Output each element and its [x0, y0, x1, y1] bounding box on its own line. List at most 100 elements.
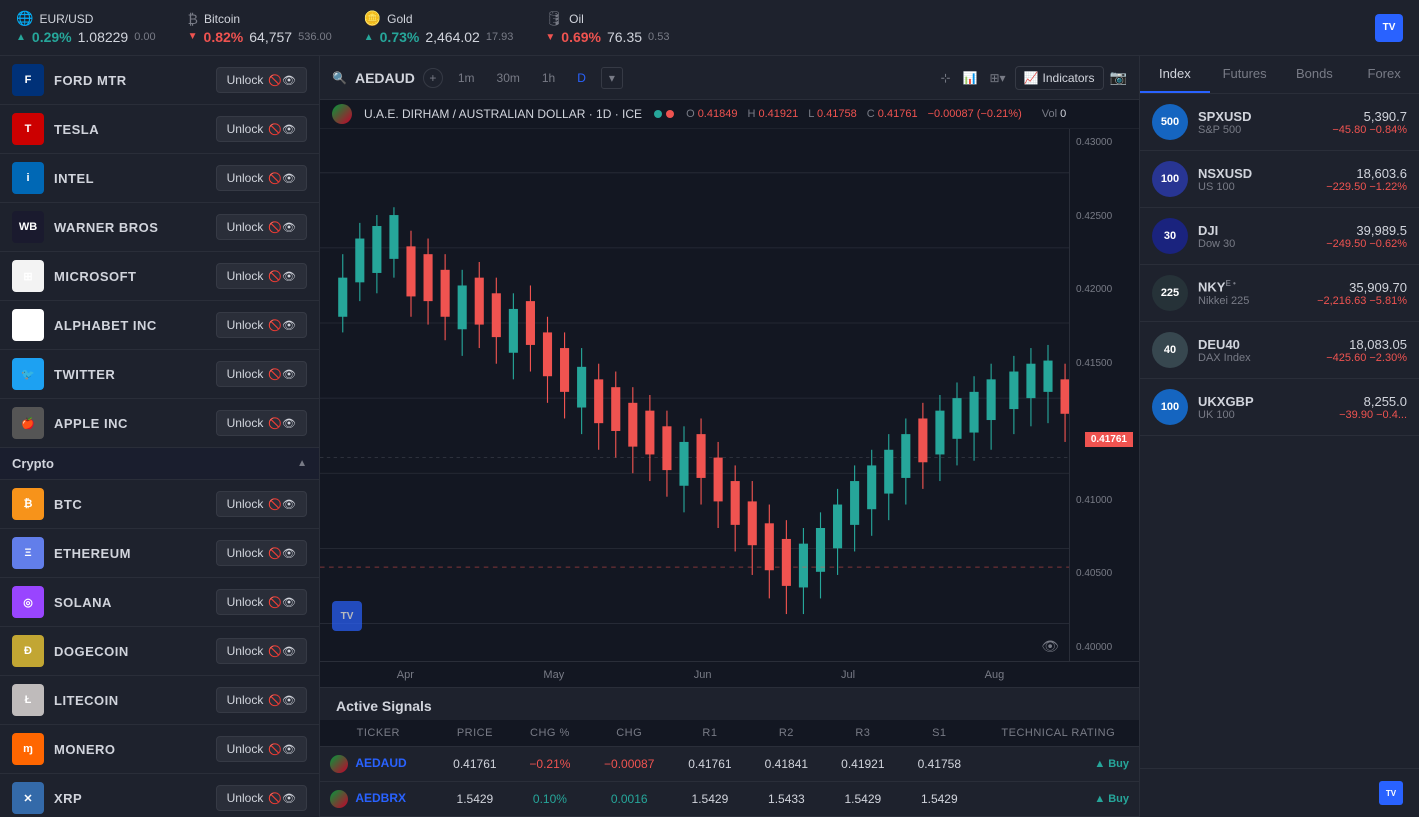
ohlc-low: L 0.41758 [808, 108, 857, 120]
logo-wb: WB [12, 211, 44, 243]
indicators-label: Indicators [1043, 71, 1095, 85]
market-name-nsx: NSXUSD [1198, 166, 1316, 181]
ticker-bitcoin[interactable]: ₿ Bitcoin ▼ 0.82% 64,757 536.00 [188, 11, 332, 45]
market-item-spx[interactable]: 500 SPXUSD S&P 500 5,390.7 −45.80 −0.84% [1140, 94, 1419, 151]
ticker-link-AEDAUD[interactable]: AEDAUD [355, 756, 406, 770]
logo-ford: F [12, 64, 44, 96]
ticker-eurusd[interactable]: 🌐 EUR/USD ▲ 0.29% 1.08229 0.00 [16, 10, 156, 45]
ticker-link-AEDBRX[interactable]: AEDBRX [355, 791, 406, 805]
timeframe-1m[interactable]: 1m [451, 68, 482, 88]
unlock-tesla[interactable]: Unlock 🚫👁 [216, 116, 307, 142]
market-badge-spx: 500 [1152, 104, 1188, 140]
market-info-spx: SPXUSD S&P 500 [1198, 109, 1322, 136]
market-chg-nky: −2,216.63 −5.81% [1317, 295, 1407, 307]
sidebar: F FORD MTR Unlock 🚫👁 T TESLA Unlock 🚫👁 i… [0, 56, 320, 817]
name-wb: WARNER BROS [54, 220, 206, 235]
market-price-nsx: 18,603.6 [1326, 166, 1407, 181]
timeframe-dropdown[interactable]: ▾ [601, 67, 623, 89]
logo-intel: i [12, 162, 44, 194]
timeframe-D[interactable]: D [570, 68, 593, 88]
tab-index[interactable]: Index [1140, 56, 1210, 93]
market-list: 500 SPXUSD S&P 500 5,390.7 −45.80 −0.84%… [1140, 94, 1419, 768]
signal-chg-AEDAUD: −0.00087 [587, 747, 672, 782]
market-info-nsx: NSXUSD US 100 [1198, 166, 1316, 193]
chart-add-button[interactable]: + [423, 68, 443, 88]
name-btc: BTC [54, 497, 206, 512]
chart-symbol[interactable]: AEDAUD [355, 70, 415, 86]
market-item-nky[interactable]: 225 NKYE • Nikkei 225 35,909.70 −2,216.6… [1140, 265, 1419, 322]
market-chg-spx: −45.80 −0.84% [1332, 124, 1407, 136]
chart-style-dropdown[interactable]: ⊞▾ [987, 68, 1009, 88]
screenshot-button[interactable]: 📷 [1110, 69, 1127, 86]
price-0.43000: 0.43000 [1076, 137, 1133, 148]
market-item-ukx[interactable]: 100 UKXGBP UK 100 8,255.0 −39.90 −0.4... [1140, 379, 1419, 436]
eye-slash-doge: 🚫👁 [268, 645, 296, 658]
crosshair-tool[interactable]: ⊹ [937, 68, 953, 88]
chart-type-tool[interactable]: 📊 [960, 68, 981, 88]
market-badge-deu: 40 [1152, 332, 1188, 368]
ticker-bar: 🌐 EUR/USD ▲ 0.29% 1.08229 0.00 ₿ Bitcoin… [0, 0, 1419, 56]
market-badge-nsx: 100 [1152, 161, 1188, 197]
tab-forex[interactable]: Forex [1349, 56, 1419, 93]
market-item-dji[interactable]: 30 DJI Dow 30 39,989.5 −249.50 −0.62% [1140, 208, 1419, 265]
name-eth: ETHEREUM [54, 546, 206, 561]
chart-eye-icon[interactable]: 👁 [1041, 638, 1059, 655]
unlock-twitter[interactable]: Unlock 🚫👁 [216, 361, 307, 387]
crypto-section-title: Crypto [12, 456, 54, 471]
unlock-goog[interactable]: Unlock 🚫👁 [216, 312, 307, 338]
market-name-deu: DEU40 [1198, 337, 1316, 352]
ticker-oil[interactable]: 🛢 Oil ▼ 0.69% 76.35 0.53 [545, 10, 669, 45]
col-r3: R3 [825, 720, 901, 747]
chart-area: 🔍 AEDAUD + 1m 30m 1h D ▾ ⊹ 📊 ⊞▾ 📈 Indica… [320, 56, 1139, 817]
unlock-ltc[interactable]: Unlock 🚫👁 [216, 687, 307, 713]
ohlc-change: −0.00087 (−0.21%) [928, 108, 1022, 120]
signal-price-AEDAUD: 0.41761 [437, 747, 513, 782]
market-badge-ukx: 100 [1152, 389, 1188, 425]
market-price-nky: 35,909.70 [1317, 280, 1407, 295]
price-0.41000: 0.41000 [1076, 495, 1133, 506]
signal-rating-AEDBRX: ▲ Buy [978, 782, 1139, 817]
chart-wrapper: 0.43000 0.42500 0.42000 0.41500 0.41761 … [320, 129, 1139, 687]
signal-ticker-AEDBRX[interactable]: AEDBRX [320, 782, 437, 817]
unlock-ford[interactable]: Unlock 🚫👁 [216, 67, 307, 93]
pair-title: U.A.E. DIRHAM / AUSTRALIAN DOLLAR · 1D ·… [364, 107, 642, 121]
market-sub-deu: DAX Index [1198, 352, 1316, 364]
logo-btc: ₿ [12, 488, 44, 520]
unlock-apple[interactable]: Unlock 🚫👁 [216, 410, 307, 436]
chart-header: 🔍 AEDAUD + 1m 30m 1h D ▾ ⊹ 📊 ⊞▾ 📈 Indica… [320, 56, 1139, 100]
chart-tools: ⊹ 📊 ⊞▾ 📈 Indicators 📷 [937, 66, 1127, 90]
signal-ticker-AEDAUD[interactable]: AEDAUD [320, 747, 437, 782]
date-jul: Jul [841, 669, 855, 681]
sidebar-item-wb: WB WARNER BROS Unlock 🚫👁 [0, 203, 319, 252]
ticker-gold[interactable]: 🪙 Gold ▲ 0.73% 2,464.02 17.93 [364, 10, 514, 45]
tab-bonds[interactable]: Bonds [1280, 56, 1350, 93]
crypto-chevron[interactable]: ▲ [297, 458, 307, 469]
sidebar-item-msft: ⊞ MICROSOFT Unlock 🚫👁 [0, 252, 319, 301]
rating-text-AEDBRX: Buy [1108, 793, 1129, 805]
unlock-btc[interactable]: Unlock 🚫👁 [216, 491, 307, 517]
tab-futures[interactable]: Futures [1210, 56, 1280, 93]
market-item-nsx[interactable]: 100 NSXUSD US 100 18,603.6 −229.50 −1.22… [1140, 151, 1419, 208]
unlock-wb[interactable]: Unlock 🚫👁 [216, 214, 307, 240]
unlock-xmr[interactable]: Unlock 🚫👁 [216, 736, 307, 762]
unlock-sol[interactable]: Unlock 🚫👁 [216, 589, 307, 615]
price-0.40500: 0.40500 [1076, 568, 1133, 579]
right-tv-logo: TV [1379, 781, 1403, 805]
indicators-button[interactable]: 📈 Indicators [1015, 66, 1104, 90]
logo-xmr: ɱ [12, 733, 44, 765]
unlock-xrp[interactable]: Unlock 🚫👁 [216, 785, 307, 811]
sidebar-item-xrp: ✕ XRP Unlock 🚫👁 [0, 774, 319, 817]
eye-slash-twitter: 🚫👁 [268, 368, 296, 381]
signal-chg-AEDBRX: 0.0016 [587, 782, 672, 817]
unlock-eth[interactable]: Unlock 🚫👁 [216, 540, 307, 566]
unlock-msft[interactable]: Unlock 🚫👁 [216, 263, 307, 289]
chart-canvas[interactable]: 0.43000 0.42500 0.42000 0.41500 0.41761 … [320, 129, 1139, 661]
timeframe-1h[interactable]: 1h [535, 68, 562, 88]
crypto-section-header[interactable]: Crypto ▲ [0, 448, 319, 480]
unlock-intel[interactable]: Unlock 🚫👁 [216, 165, 307, 191]
date-jun: Jun [694, 669, 712, 681]
timeframe-30m[interactable]: 30m [490, 68, 527, 88]
unlock-doge[interactable]: Unlock 🚫👁 [216, 638, 307, 664]
market-item-deu[interactable]: 40 DEU40 DAX Index 18,083.05 −425.60 −2.… [1140, 322, 1419, 379]
eye-slash-intel: 🚫👁 [268, 172, 296, 185]
